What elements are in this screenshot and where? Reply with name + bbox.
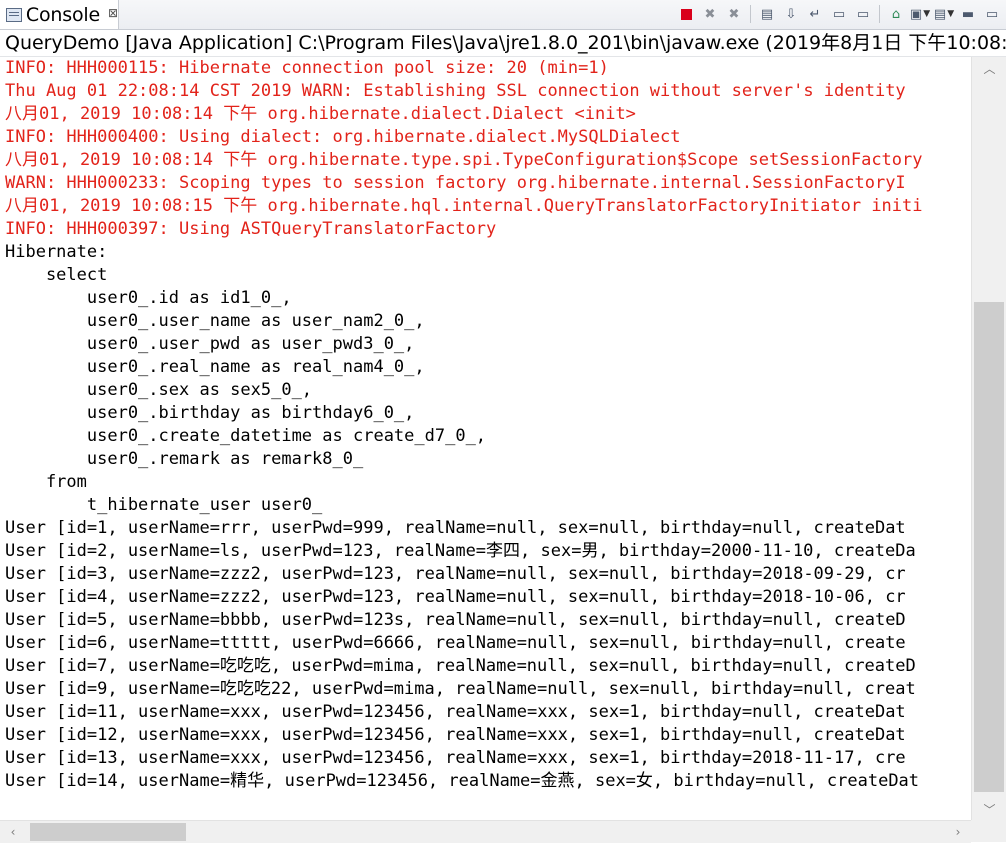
console-line-stderr: INFO: HHH000397: Using ASTQueryTranslato… bbox=[5, 219, 497, 239]
console-line-stdout: User [id=13, userName=xxx, userPwd=12345… bbox=[5, 748, 906, 768]
scroll-lock-icon[interactable]: ⇩ bbox=[781, 4, 801, 24]
console-line-stdout: User [id=5, userName=bbbb, userPwd=123s,… bbox=[5, 610, 906, 630]
console-tab-label: Console bbox=[25, 3, 100, 26]
console-line-stdout: from bbox=[5, 472, 87, 492]
vertical-scroll-thumb[interactable] bbox=[974, 302, 1004, 792]
console-line-stdout: user0_.remark as remark8_0_ bbox=[5, 449, 374, 469]
console-line-stdout: user0_.create_datetime as create_d7_0_, bbox=[5, 426, 487, 446]
vertical-scrollbar[interactable]: ︿ ﹀ bbox=[971, 57, 1006, 820]
console-line-stderr: WARN: HHH000233: Scoping types to sessio… bbox=[5, 173, 906, 193]
console-line-stdout: User [id=14, userName=精华, userPwd=123456… bbox=[5, 771, 920, 791]
scroll-left-icon[interactable]: ‹ bbox=[2, 821, 24, 843]
console-toolbar: ✖ ✖ ▤ ⇩ ↵ ▭ ▭ ⌂ ▣ ▼ ▤ ▼ ▬ ▭ bbox=[676, 3, 1002, 25]
horizontal-scroll-thumb[interactable] bbox=[30, 823, 186, 841]
console-line-stdout: t_hibernate_user user0_ bbox=[5, 495, 323, 515]
toolbar-separator bbox=[750, 5, 751, 23]
scroll-up-icon[interactable]: ︿ bbox=[972, 57, 1006, 79]
show-on-stdout-icon[interactable]: ▭ bbox=[829, 4, 849, 24]
console-line-stdout: user0_.sex as sex5_0_, bbox=[5, 380, 313, 400]
console-line-stdout: User [id=7, userName=吃吃吃, userPwd=mima, … bbox=[5, 656, 916, 676]
console-line-stdout: User [id=11, userName=xxx, userPwd=12345… bbox=[5, 702, 906, 722]
console-line-stdout: User [id=1, userName=rrr, userPwd=999, r… bbox=[5, 518, 906, 538]
close-icon[interactable]: ⊠ bbox=[108, 6, 118, 20]
terminate-icon[interactable] bbox=[676, 4, 696, 24]
console-line-stdout: User [id=2, userName=ls, userPwd=123, re… bbox=[5, 541, 916, 561]
process-title: QueryDemo [Java Application] C:\Program … bbox=[0, 30, 1006, 57]
maximize-icon[interactable]: ▭ bbox=[982, 4, 1002, 24]
console-view-header: Console ⊠ ✖ ✖ ▤ ⇩ ↵ ▭ ▭ ⌂ ▣ ▼ ▤ ▼ ▬ ▭ bbox=[0, 0, 1006, 30]
scroll-right-icon[interactable]: › bbox=[947, 821, 969, 843]
console-tab[interactable]: Console ⊠ bbox=[0, 0, 119, 29]
minimize-icon[interactable]: ▬ bbox=[958, 4, 978, 24]
console-line-stdout: User [id=6, userName=ttttt, userPwd=6666… bbox=[5, 633, 906, 653]
open-console-icon[interactable]: ▤ ▼ bbox=[934, 4, 954, 24]
display-selected-console-icon[interactable]: ▣ ▼ bbox=[910, 4, 930, 24]
scrollbar-corner bbox=[971, 820, 1006, 842]
console-line-stderr: INFO: HHH000115: Hibernate connection po… bbox=[5, 58, 609, 78]
console-output[interactable]: INFO: HHH000115: Hibernate connection po… bbox=[0, 57, 970, 820]
show-on-stderr-icon[interactable]: ▭ bbox=[853, 4, 873, 24]
console-line-stderr: INFO: HHH000400: Using dialect: org.hibe… bbox=[5, 127, 681, 147]
console-line-stdout: user0_.user_pwd as user_pwd3_0_, bbox=[5, 334, 415, 354]
console-line-stdout: User [id=4, userName=zzz2, userPwd=123, … bbox=[5, 587, 906, 607]
console-line-stderr: 八月01, 2019 10:08:15 下午 org.hibernate.hql… bbox=[5, 196, 923, 216]
console-line-stderr: 八月01, 2019 10:08:14 下午 org.hibernate.dia… bbox=[5, 104, 636, 124]
console-line-stdout: user0_.birthday as birthday6_0_, bbox=[5, 403, 415, 423]
console-line-stdout: Hibernate: bbox=[5, 242, 118, 262]
pin-console-icon[interactable]: ⌂ bbox=[886, 4, 906, 24]
horizontal-scrollbar[interactable]: ‹ › bbox=[0, 820, 971, 843]
console-line-stderr: 八月01, 2019 10:08:14 下午 org.hibernate.typ… bbox=[5, 150, 923, 170]
console-line-stdout: user0_.id as id1_0_, bbox=[5, 288, 292, 308]
console-line-stdout: User [id=9, userName=吃吃吃22, userPwd=mima… bbox=[5, 679, 916, 699]
scroll-down-icon[interactable]: ﹀ bbox=[972, 798, 1006, 820]
clear-console-icon[interactable]: ▤ bbox=[757, 4, 777, 24]
remove-all-terminated-icon[interactable]: ✖ bbox=[724, 4, 744, 24]
console-line-stdout: User [id=12, userName=xxx, userPwd=12345… bbox=[5, 725, 906, 745]
console-line-stdout: User [id=3, userName=zzz2, userPwd=123, … bbox=[5, 564, 906, 584]
word-wrap-icon[interactable]: ↵ bbox=[805, 4, 825, 24]
console-line-stdout: user0_.real_name as real_nam4_0_, bbox=[5, 357, 425, 377]
console-line-stdout: user0_.user_name as user_nam2_0_, bbox=[5, 311, 425, 331]
console-icon bbox=[6, 7, 22, 22]
toolbar-separator bbox=[879, 5, 880, 23]
console-line-stdout: select bbox=[5, 265, 108, 285]
remove-launch-icon[interactable]: ✖ bbox=[700, 4, 720, 24]
console-line-stderr: Thu Aug 01 22:08:14 CST 2019 WARN: Estab… bbox=[5, 81, 906, 101]
